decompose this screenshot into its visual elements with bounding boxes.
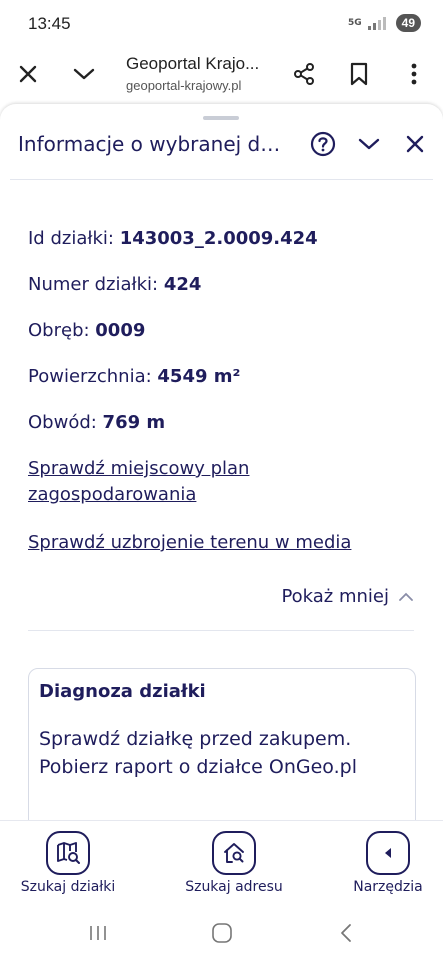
- bottom-navigation: Szukaj działki Szukaj adresu Narzędzia: [0, 820, 443, 907]
- status-bar: 13:45 5G 49: [0, 0, 443, 46]
- field-value: 424: [163, 274, 202, 295]
- chevron-down-icon[interactable]: [68, 58, 100, 90]
- map-search-icon: [46, 831, 90, 875]
- nav-search-parcel-label: Szukaj działki: [20, 879, 116, 895]
- collapse-chevron-icon[interactable]: [353, 128, 385, 160]
- field-parcel-id: Id działki: 143003_2.0009.424: [28, 228, 318, 249]
- panel-title: Informacje o wybranej dzi...: [18, 132, 288, 156]
- nav-search-parcel[interactable]: Szukaj działki: [18, 831, 118, 895]
- show-less-toggle[interactable]: Pokaż mniej: [281, 586, 413, 607]
- close-panel-icon[interactable]: [399, 128, 431, 160]
- back-icon: [366, 831, 410, 875]
- status-time: 13:45: [28, 14, 71, 33]
- field-value: 0009: [95, 320, 146, 341]
- zoning-plan-link[interactable]: Sprawdź miejscowy plan zagospodarowania: [28, 456, 318, 508]
- browser-toolbar: Geoportal Krajo... geoportal-krajowy.pl: [0, 46, 443, 104]
- diagnosis-card[interactable]: Diagnoza działki Sprawdź działkę przed z…: [28, 668, 416, 820]
- parcel-info-panel: Informacje o wybranej dzi... Id działki:…: [0, 104, 443, 820]
- field-label: Obwód:: [28, 412, 103, 433]
- field-value: 143003_2.0009.424: [119, 228, 318, 249]
- signal-icon: [367, 16, 390, 30]
- field-area: Powierzchnia: 4549 m²: [28, 366, 240, 387]
- nav-search-address-label: Szukaj adresu: [185, 879, 283, 895]
- battery-indicator: 49: [395, 14, 421, 32]
- home-icon[interactable]: [207, 920, 237, 946]
- field-parcel-number: Numer działki: 424: [28, 274, 201, 295]
- header-divider: [10, 179, 433, 180]
- nav-tools-label: Narzędzia: [353, 879, 423, 895]
- section-divider: [28, 630, 414, 631]
- drag-handle[interactable]: [203, 116, 239, 120]
- field-value: 4549 m²: [157, 366, 241, 387]
- diagnosis-title: Diagnoza działki: [39, 681, 206, 702]
- browser-page-title[interactable]: Geoportal Krajo...: [126, 54, 259, 74]
- nav-search-address[interactable]: Szukaj adresu: [182, 831, 286, 895]
- utilities-link[interactable]: Sprawdź uzbrojenie terenu w media: [28, 530, 428, 556]
- bookmark-icon[interactable]: [343, 58, 375, 90]
- panel-header: Informacje o wybranej dzi...: [0, 124, 443, 180]
- browser-url[interactable]: geoportal-krajowy.pl: [126, 78, 241, 93]
- back-nav-icon[interactable]: [331, 920, 361, 946]
- field-label: Obręb:: [28, 320, 96, 341]
- field-label: Numer działki:: [28, 274, 164, 295]
- home-search-icon: [212, 831, 256, 875]
- more-vert-icon[interactable]: [398, 58, 430, 90]
- diagnosis-text: Sprawdź działkę przed zakupem. Pobierz r…: [39, 728, 357, 778]
- close-icon[interactable]: [12, 58, 44, 90]
- chevron-up-icon: [399, 592, 413, 601]
- recent-apps-icon[interactable]: [83, 920, 113, 946]
- help-icon[interactable]: [307, 128, 339, 160]
- field-label: Powierzchnia:: [28, 366, 158, 387]
- status-icons: 5G 49: [348, 14, 421, 32]
- show-less-label: Pokaż mniej: [281, 586, 389, 607]
- system-navigation-bar: [0, 906, 443, 960]
- network-indicator: 5G: [347, 17, 362, 28]
- nav-tools[interactable]: Narzędzia: [350, 831, 426, 895]
- field-label: Id działki:: [28, 228, 120, 249]
- field-precinct: Obręb: 0009: [28, 320, 145, 341]
- field-value: 769 m: [102, 412, 166, 433]
- field-perimeter: Obwód: 769 m: [28, 412, 165, 433]
- share-icon[interactable]: [288, 58, 320, 90]
